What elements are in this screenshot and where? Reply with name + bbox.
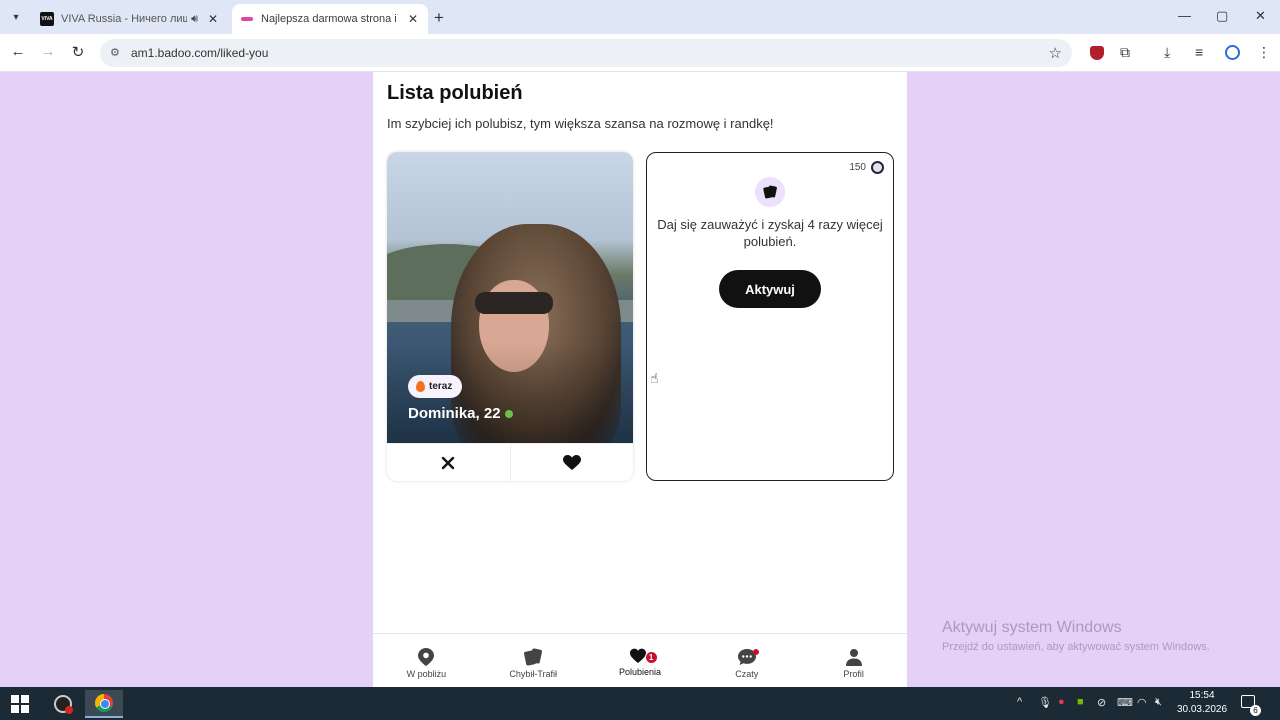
windows-start-icon[interactable] [11, 695, 29, 713]
bottom-navigation: W pobliżu Chybił-Trafił 1 Polubienia Cza… [373, 633, 907, 687]
tab-search-button[interactable]: ▾ [6, 7, 26, 27]
keyboard-layout-icon[interactable]: ⌨︎ [1117, 696, 1133, 709]
location-pin-icon [418, 648, 435, 666]
bookmark-star-icon[interactable]: ☆ [1049, 44, 1062, 62]
promo-text: Daj się zauważyć i zyskaj 4 razy więcej … [657, 217, 883, 249]
nav-item-chats[interactable]: Czaty [693, 634, 800, 687]
microphone-icon[interactable]: 🎙︎ [1038, 696, 1052, 709]
coin-icon [871, 161, 884, 174]
main-content: Lista polubień Im szybciej ich polubisz,… [373, 72, 907, 687]
unread-dot [753, 649, 760, 655]
badoo-favicon-icon [240, 12, 254, 26]
activate-button[interactable]: Aktywuj [719, 270, 821, 308]
tab-title: Najlepsza darmowa strona i ap [261, 13, 398, 25]
reload-button[interactable]: ↻ [68, 43, 88, 61]
boost-promo-card: 150 Daj się zauważyć i zyskaj 4 razy wię… [646, 152, 894, 481]
tab-viva-russia[interactable]: VIVA VIVA Russia - Ничего лишн 🔊︎ ✕ [32, 4, 228, 34]
credits-balance[interactable]: 150 [849, 161, 884, 174]
extension-shield-icon[interactable] [1090, 46, 1104, 60]
close-tab-icon[interactable]: ✕ [206, 12, 220, 26]
extensions-puzzle-icon[interactable]: ⧉ [1120, 44, 1130, 61]
nav-label: Polubienia [618, 667, 662, 677]
heart-icon [562, 454, 581, 470]
site-info-icon[interactable]: ⚙︎ [110, 46, 120, 59]
nav-item-likes[interactable]: 1 Polubienia [587, 634, 694, 687]
notification-count-badge: 6 [1250, 705, 1261, 716]
taskbar-clock[interactable]: 15:54 30.03.2026 [1170, 689, 1234, 717]
tray-chevron-icon[interactable]: ^ [1017, 696, 1022, 708]
status-label: teraz [429, 381, 453, 392]
audio-playing-icon[interactable]: 🔊︎ [191, 13, 198, 26]
close-window-button[interactable]: ✕ [1255, 8, 1266, 24]
url-text[interactable]: am1.badoo.com/liked-you [131, 46, 268, 60]
watermark-title: Aktywuj system Windows [942, 619, 1122, 636]
volume-muted-icon[interactable]: 🔇︎ [1155, 696, 1162, 709]
nvidia-icon[interactable]: ■ [1077, 696, 1084, 708]
network-off-icon[interactable]: ⊘ [1097, 696, 1106, 709]
page-title: Lista polubień [387, 82, 523, 104]
page-subtitle: Im szybciej ich polubisz, tym większa sz… [387, 116, 774, 131]
flame-icon [416, 381, 425, 392]
liked-you-profile-card[interactable]: teraz Dominika, 22 [387, 152, 633, 481]
profile-avatar-icon[interactable] [1225, 45, 1240, 60]
tab-title: VIVA Russia - Ничего лишн [61, 13, 188, 25]
new-tab-button[interactable]: + [434, 8, 444, 28]
dislike-button[interactable] [387, 444, 510, 481]
tab-badoo[interactable]: Najlepsza darmowa strona i ap ✕ [232, 4, 428, 34]
tray-app-red-icon[interactable]: ● [1058, 696, 1065, 708]
likes-count-badge: 1 [644, 651, 658, 664]
windows-taskbar: ^ 🎙︎ ● ■ ⊘ ⌨︎ ◠ 🔇︎ 15:54 30.03.2026 6 [0, 687, 1280, 720]
chrome-app-icon [95, 694, 113, 712]
menu-kebab-icon[interactable]: ⋮ [1257, 44, 1271, 61]
download-icon[interactable]: ⤓ [1164, 44, 1170, 61]
nav-label: W pobliżu [406, 669, 447, 679]
forward-button[interactable]: → [38, 43, 58, 60]
boost-cards-icon [755, 177, 785, 207]
nav-label: Chybił-Trafił [509, 669, 558, 679]
clock-time: 15:54 [1189, 690, 1215, 701]
person-icon [845, 649, 862, 666]
close-tab-icon[interactable]: ✕ [406, 12, 420, 26]
watermark-subtitle: Przejdź do ustawień, aby aktywować syste… [942, 641, 1210, 653]
cards-icon [524, 648, 543, 666]
profile-name: Dominika, 22 [408, 405, 513, 422]
nav-item-profile[interactable]: Profil [800, 634, 907, 687]
recorder-app-icon [54, 695, 73, 714]
taskbar-app-chrome[interactable] [85, 690, 123, 718]
like-button[interactable] [509, 444, 634, 481]
media-control-icon[interactable]: ≡ [1195, 44, 1203, 60]
clock-date: 30.03.2026 [1176, 704, 1228, 715]
browser-tab-bar: ▾ VIVA VIVA Russia - Ничего лишн 🔊︎ ✕ Na… [0, 0, 1280, 34]
nav-item-encounters[interactable]: Chybił-Trafił [480, 634, 587, 687]
profile-name-text: Dominika, 22 [408, 405, 501, 422]
profile-photo[interactable] [387, 152, 633, 443]
viva-favicon-icon: VIVA [40, 12, 54, 26]
browser-toolbar: ← → ↻ ⚙︎ am1.badoo.com/liked-you ☆ ⧉ ⤓ ≡… [0, 34, 1280, 72]
nav-label: Profil [843, 669, 864, 679]
nav-item-nearby[interactable]: W pobliżu [373, 634, 480, 687]
credits-amount: 150 [849, 162, 866, 173]
minimize-button[interactable]: — [1178, 8, 1191, 23]
maximize-button[interactable]: ▢ [1216, 8, 1228, 24]
windows-activation-watermark: Aktywuj system Windows Przejdź do ustawi… [942, 619, 1210, 653]
nav-label: Czaty [735, 669, 759, 679]
close-x-icon [442, 456, 455, 469]
online-status-badge: teraz [408, 375, 463, 398]
card-actions [387, 443, 633, 481]
mouse-cursor-icon: ☝︎ [650, 370, 659, 386]
taskbar-app-recorder[interactable] [44, 690, 82, 718]
address-bar[interactable]: ⚙︎ am1.badoo.com/liked-you ☆ [100, 39, 1072, 67]
back-button[interactable]: ← [8, 43, 28, 60]
wifi-icon[interactable]: ◠ [1137, 696, 1147, 709]
verified-icon [504, 410, 513, 419]
